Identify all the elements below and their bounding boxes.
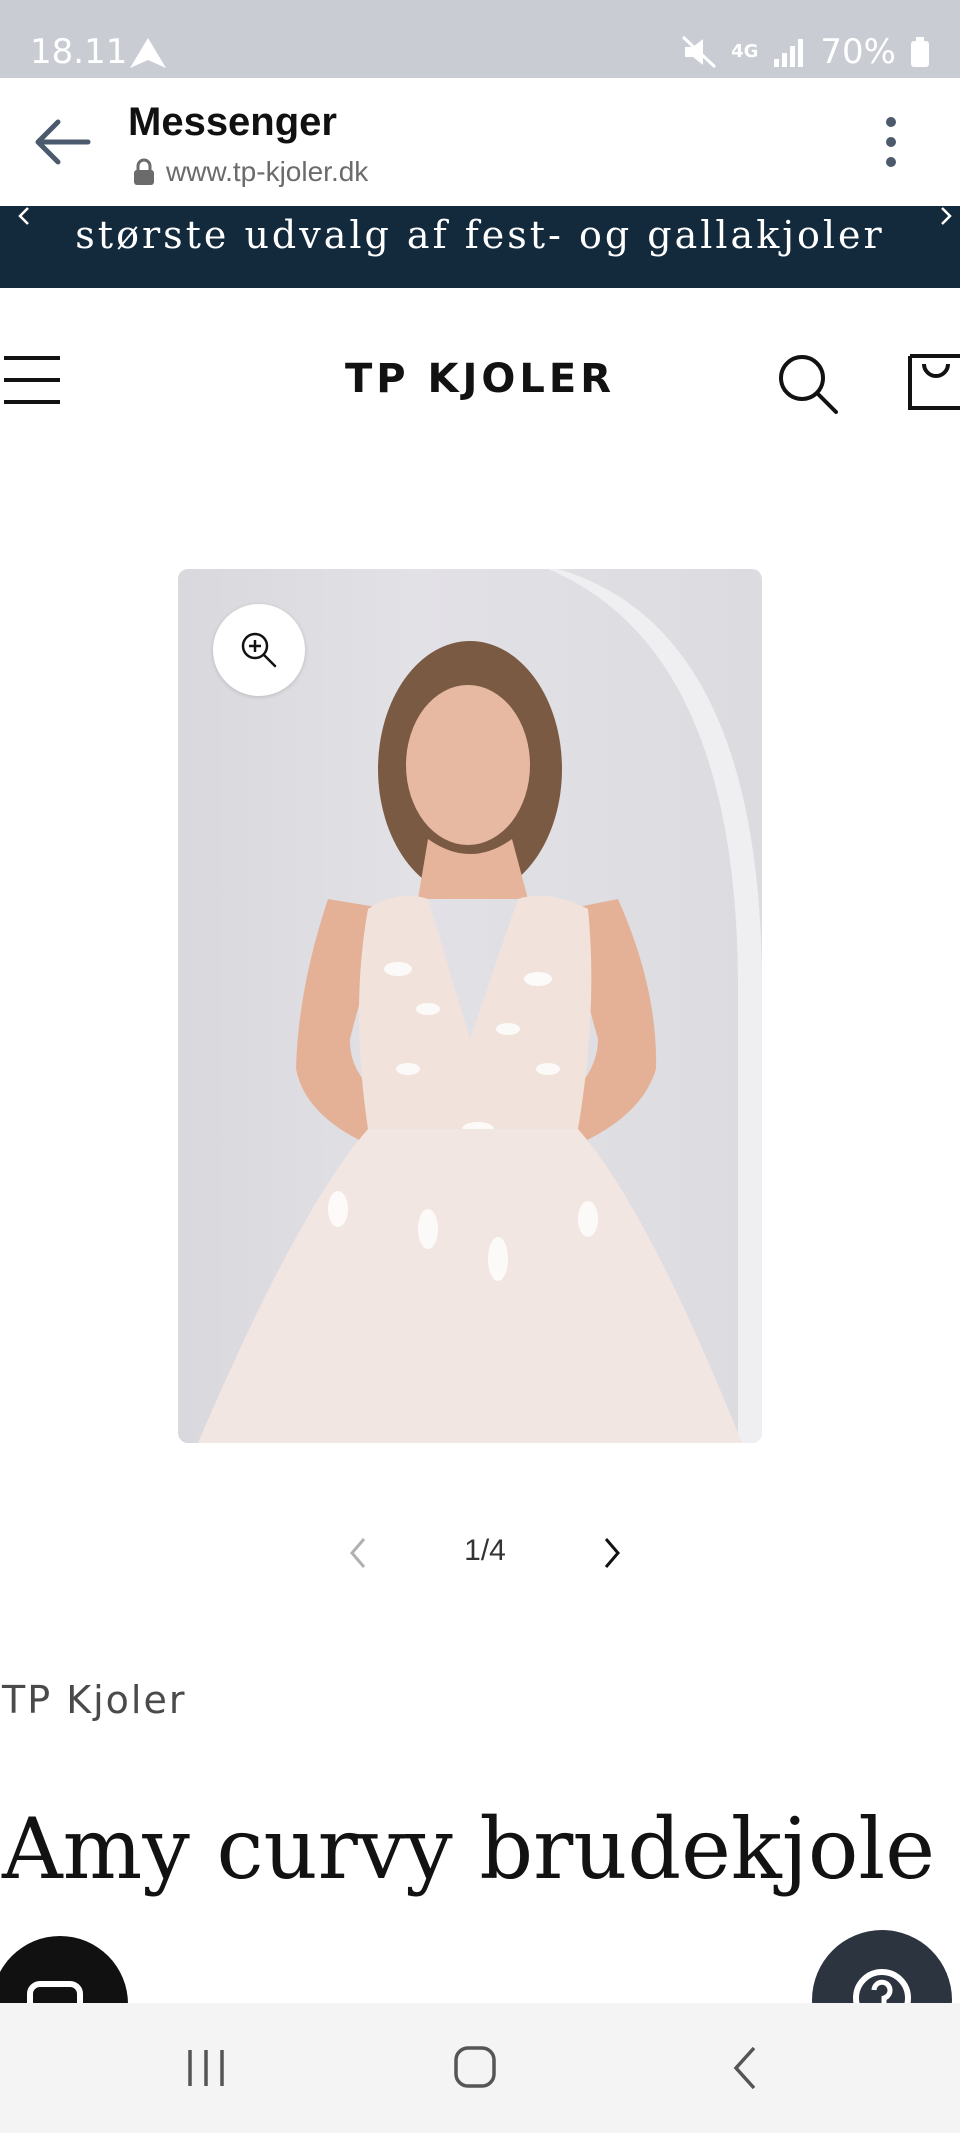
network-type: 4G bbox=[731, 41, 759, 62]
battery-icon bbox=[911, 37, 929, 67]
announcement-text: største udvalg af fest- og gallakjoler bbox=[75, 213, 885, 257]
home-icon[interactable] bbox=[452, 2044, 498, 2090]
page-url: www.tp-kjoler.dk bbox=[166, 156, 369, 187]
cart-icon[interactable] bbox=[906, 350, 960, 414]
back-arrow-icon[interactable] bbox=[32, 116, 92, 168]
mute-icon bbox=[682, 35, 717, 69]
recent-apps-icon[interactable] bbox=[184, 2046, 228, 2090]
status-indicators: 4G 70% bbox=[681, 32, 930, 72]
announcement-prev-icon[interactable] bbox=[12, 206, 36, 226]
next-image-icon[interactable] bbox=[600, 1536, 624, 1570]
system-back-icon[interactable] bbox=[728, 2044, 762, 2092]
product-image[interactable] bbox=[178, 569, 762, 1443]
announcement-next-icon[interactable] bbox=[934, 206, 958, 226]
image-counter: 1/4 bbox=[464, 1534, 506, 1567]
lock-icon bbox=[134, 158, 154, 185]
product-title: Amy curvy brudekjole bbox=[2, 1800, 935, 1898]
more-options-icon[interactable] bbox=[878, 114, 904, 170]
zoom-in-icon bbox=[241, 632, 277, 668]
app-title: Messenger bbox=[128, 100, 337, 144]
search-icon[interactable] bbox=[776, 352, 840, 416]
zoom-button[interactable] bbox=[213, 604, 305, 696]
previous-image-icon[interactable] bbox=[346, 1536, 370, 1570]
signal-icon bbox=[774, 39, 804, 67]
battery-level: 70% bbox=[820, 32, 896, 72]
status-time: 18.11 bbox=[30, 32, 128, 72]
product-photo bbox=[198, 569, 762, 1443]
navigation-arrow-icon bbox=[130, 38, 166, 68]
product-vendor: TP Kjoler bbox=[2, 1678, 187, 1722]
